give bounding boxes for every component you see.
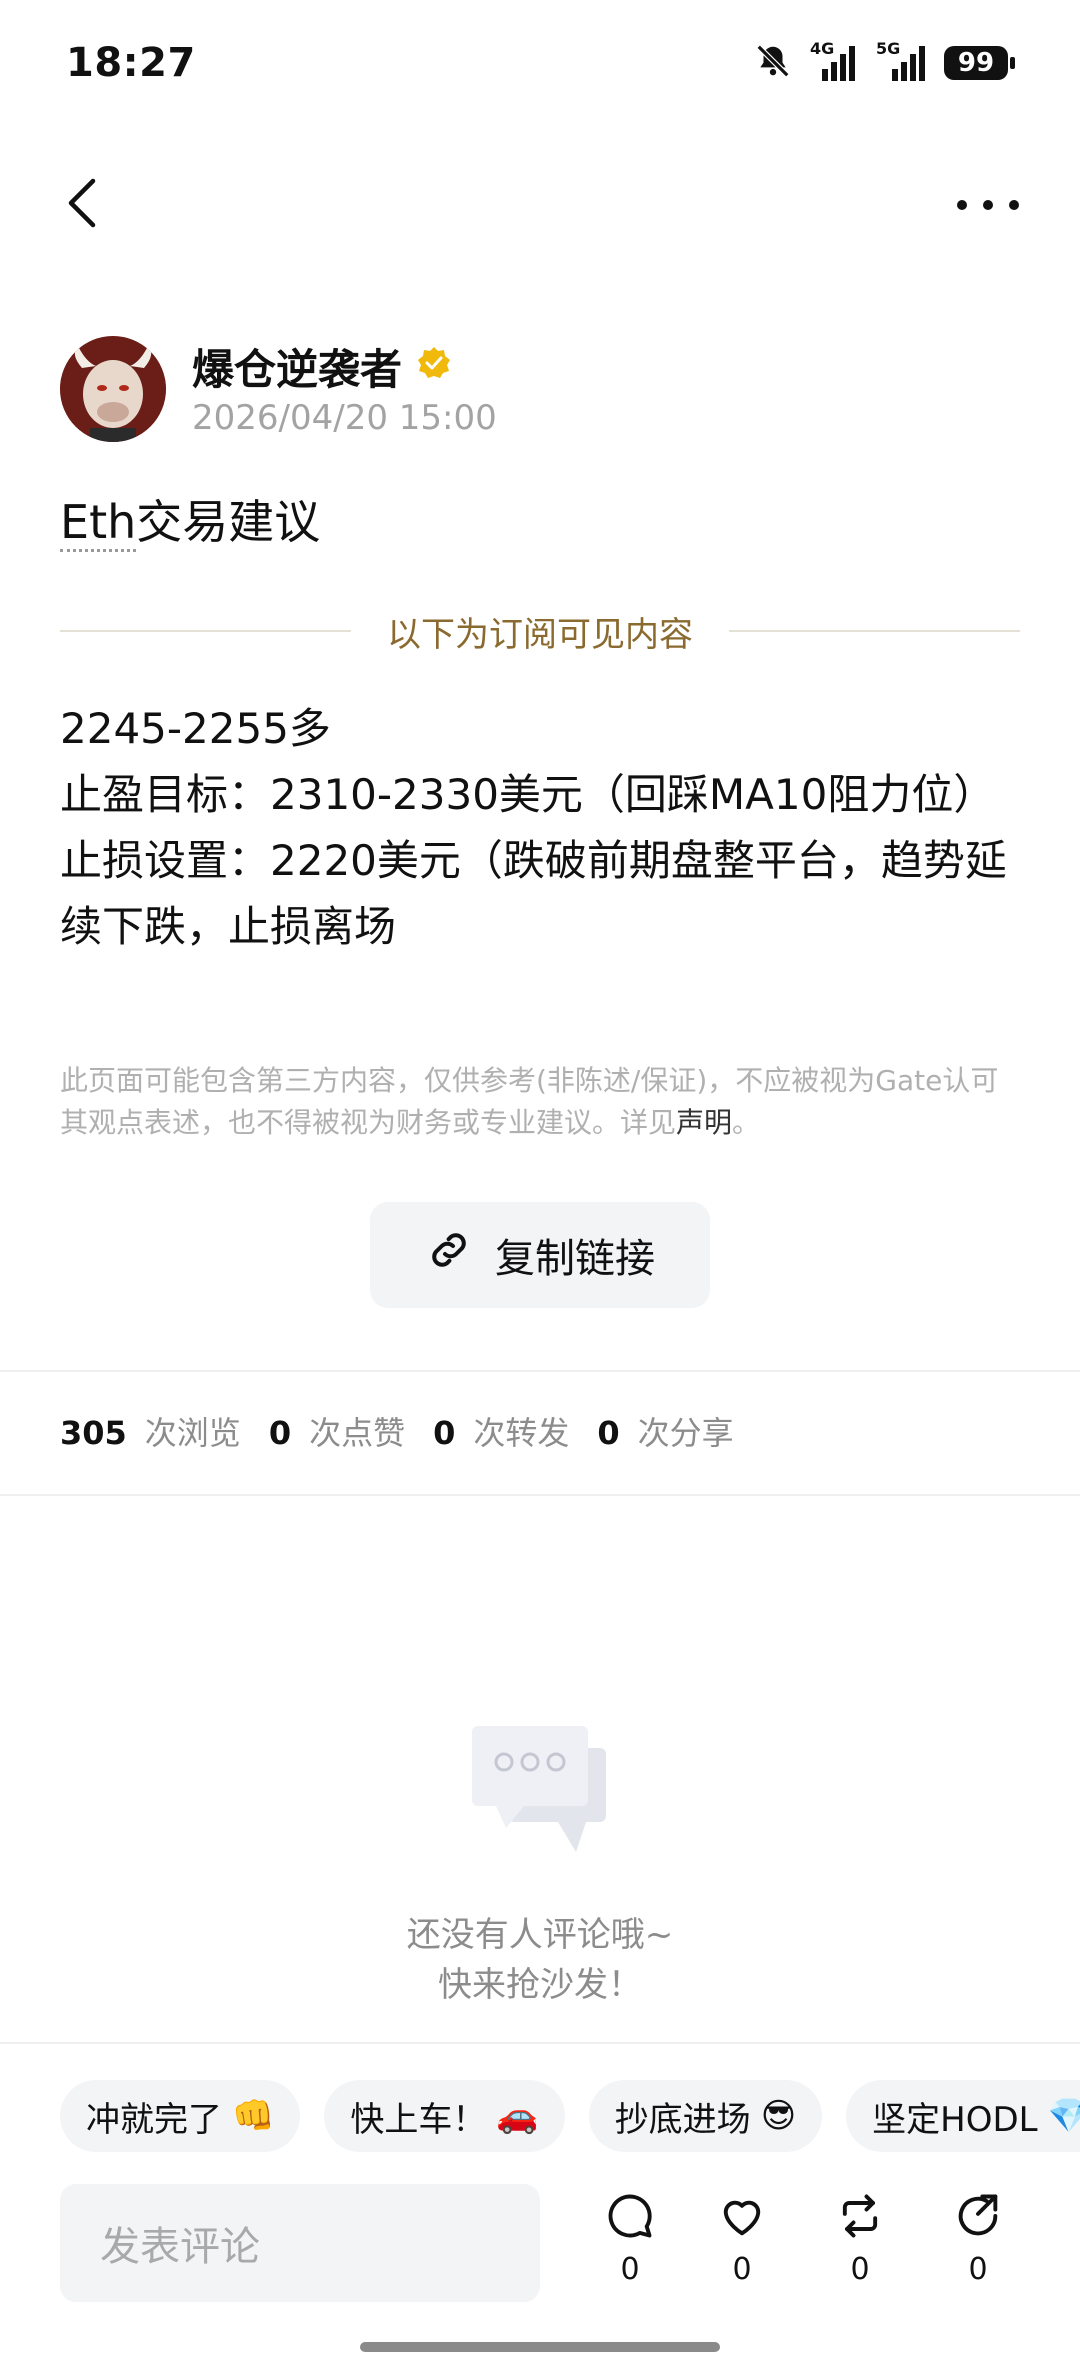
quick-replies: 冲就完了 👊 快上车！ 🚗 抄底进场 😎 坚定HODL 💎 xyxy=(60,2080,1080,2152)
quick-reply-chip[interactable]: 冲就完了 👊 xyxy=(60,2080,301,2152)
chat-bubbles-icon xyxy=(468,1722,612,1862)
author-name[interactable]: 爆仓逆袭者 xyxy=(192,336,452,397)
share-button[interactable]: 0 xyxy=(938,2190,1018,2287)
post-date: 2026/04/20 15:00 xyxy=(192,398,497,438)
avatar[interactable] xyxy=(60,336,166,442)
disclaimer-end: 。 xyxy=(732,1106,761,1139)
verified-badge-icon xyxy=(416,342,452,391)
link-icon xyxy=(425,1226,473,1284)
comment-button[interactable]: 0 xyxy=(590,2190,670,2287)
quick-reply-text: 冲就完了 xyxy=(86,2099,222,2140)
comment-input[interactable]: 发表评论 xyxy=(60,2184,540,2302)
signal-4g-icon: 4G xyxy=(810,39,856,81)
post-content: 2245-2255多 止盈目标：2310-2330美元（回踩MA10阻力位） 止… xyxy=(60,696,1020,960)
car-icon: 🚗 xyxy=(496,2096,539,2136)
disclaimer-link[interactable]: 声明 xyxy=(676,1106,732,1139)
repost-count: 0 xyxy=(850,2252,870,2287)
sunglasses-icon: 😎 xyxy=(760,2096,797,2136)
empty-comments-text: 还没有人评论哦~ 快来抢沙发！ xyxy=(0,1910,1080,2010)
repost-button[interactable]: 0 xyxy=(820,2190,900,2287)
quick-reply-text: 坚定HODL xyxy=(872,2099,1038,2140)
share-icon xyxy=(952,2190,1004,2246)
content-line-entry: 2245-2255多 xyxy=(60,704,331,753)
more-dots-icon xyxy=(956,196,1020,215)
post-title: Eth交易建议 xyxy=(60,486,320,552)
like-count: 0 xyxy=(732,2252,752,2287)
comment-icon xyxy=(604,2190,656,2246)
network-4g-label: 4G xyxy=(810,39,835,58)
views-label: 次浏览 xyxy=(144,1414,241,1452)
heart-icon xyxy=(716,2190,768,2246)
reposts-label: 次转发 xyxy=(473,1414,570,1452)
more-button[interactable] xyxy=(948,170,1028,240)
divider xyxy=(0,1494,1080,1496)
quick-reply-text: 抄底进场 xyxy=(614,2099,751,2140)
quick-reply-chip[interactable]: 快上车！ 🚗 xyxy=(324,2080,565,2152)
shares-label: 次分享 xyxy=(637,1414,734,1452)
repost-icon xyxy=(834,2190,886,2246)
disclaimer-text: 此页面可能包含第三方内容，仅供参考(非陈述/保证)，不应被视为Gate认可其观点… xyxy=(60,1064,999,1139)
back-button[interactable] xyxy=(52,170,112,240)
post-stats: 305 次浏览 0 次点赞 0 次转发 0 次分享 xyxy=(60,1408,762,1454)
reposts-count: 0 xyxy=(433,1414,456,1452)
like-button[interactable]: 0 xyxy=(702,2190,782,2287)
status-icons: 4G 5G 99 xyxy=(754,39,1015,84)
disclaimer: 此页面可能包含第三方内容，仅供参考(非陈述/保证)，不应被视为Gate认可其观点… xyxy=(60,1060,1020,1144)
likes-count: 0 xyxy=(268,1414,292,1452)
quick-reply-chip[interactable]: 抄底进场 😎 xyxy=(588,2080,823,2152)
views-count: 305 xyxy=(60,1414,127,1452)
comment-count: 0 xyxy=(620,2252,640,2287)
status-time: 18:27 xyxy=(66,40,196,86)
signal-5g-icon: 5G xyxy=(874,39,926,81)
copy-link-label: 复制链接 xyxy=(495,1236,655,1282)
mute-bell-icon xyxy=(754,42,792,84)
battery-icon: 99 xyxy=(944,46,1015,80)
network-5g-label: 5G xyxy=(876,39,901,58)
post-title-text: 交易建议 xyxy=(136,495,321,549)
copy-link-button[interactable]: 复制链接 xyxy=(370,1202,710,1308)
status-bar: 18:27 4G 5G 99 xyxy=(0,0,1080,130)
content-line-stop-loss: 止损设置：2220美元（跌破前期盘整平台，趋势延续下跌，止损离场 xyxy=(60,836,1007,951)
subscription-label: 以下为订阅可见内容 xyxy=(387,614,693,655)
empty-comments-line2: 快来抢沙发！ xyxy=(438,1965,642,2005)
shares-count: 0 xyxy=(597,1414,620,1452)
divider xyxy=(0,2042,1080,2044)
divider-line-right xyxy=(729,630,1020,632)
quick-reply-text: 快上车！ xyxy=(350,2099,487,2140)
empty-comments-line1: 还没有人评论哦~ xyxy=(406,1915,674,1955)
post-title-coin-link[interactable]: Eth xyxy=(60,495,137,552)
author-name-text: 爆仓逆袭者 xyxy=(192,345,403,394)
divider-line-left xyxy=(60,630,351,632)
divider xyxy=(0,1370,1080,1372)
fist-icon: 👊 xyxy=(232,2096,275,2136)
quick-reply-chip[interactable]: 坚定HODL 💎 xyxy=(846,2080,1080,2152)
subscription-divider: 以下为订阅可见内容 xyxy=(60,606,1020,656)
home-indicator[interactable] xyxy=(360,2342,720,2352)
share-count: 0 xyxy=(968,2252,988,2287)
likes-label: 次点赞 xyxy=(309,1414,406,1452)
diamond-icon: 💎 xyxy=(1047,2096,1080,2136)
chevron-left-icon xyxy=(67,178,97,232)
content-line-take-profit: 止盈目标：2310-2330美元（回踩MA10阻力位） xyxy=(60,770,996,819)
